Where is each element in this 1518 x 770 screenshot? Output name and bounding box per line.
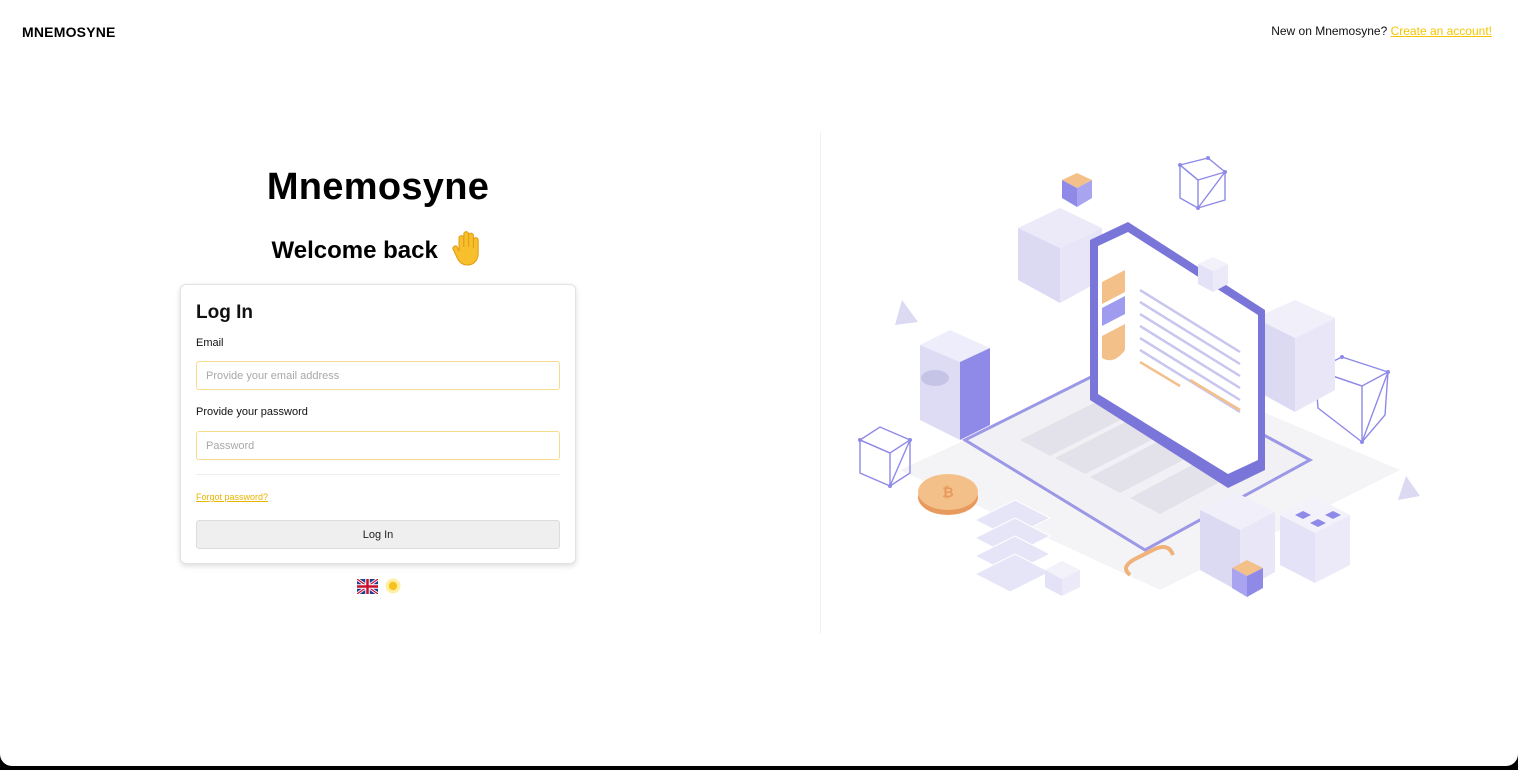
form-divider — [196, 474, 560, 475]
signup-prompt-text: New on Mnemosyne? — [1271, 24, 1388, 38]
svg-text:₿: ₿ — [942, 485, 953, 501]
forgot-password-link[interactable]: Forgot password? — [196, 492, 268, 502]
waving-hand-icon — [450, 229, 484, 274]
password-field[interactable] — [196, 431, 560, 460]
uk-flag-icon[interactable] — [356, 577, 379, 599]
app-title: Mnemosyne — [266, 166, 490, 208]
login-button[interactable]: Log In — [196, 520, 560, 549]
brand-logo[interactable]: MNEMOSYNE — [22, 24, 116, 40]
preferences-bar — [356, 577, 401, 599]
login-card-title: Log In — [196, 302, 253, 323]
welcome-text: Welcome back — [271, 236, 438, 264]
email-field[interactable] — [196, 361, 560, 390]
password-label: Provide your password — [196, 406, 308, 418]
email-label: Email — [196, 337, 224, 349]
create-account-link[interactable]: Create an account! — [1391, 24, 1492, 38]
login-card: Log In Email Provide your password Forgo… — [180, 284, 576, 564]
sun-icon[interactable] — [385, 578, 401, 599]
welcome-heading: Welcome back — [178, 229, 578, 274]
signup-prompt: New on Mnemosyne? Create an account! — [1271, 24, 1492, 38]
isometric-laptop-illustration: ₿ — [840, 140, 1440, 620]
vertical-divider — [820, 132, 821, 634]
login-page: MNEMOSYNE New on Mnemosyne? Create an ac… — [0, 0, 1518, 766]
